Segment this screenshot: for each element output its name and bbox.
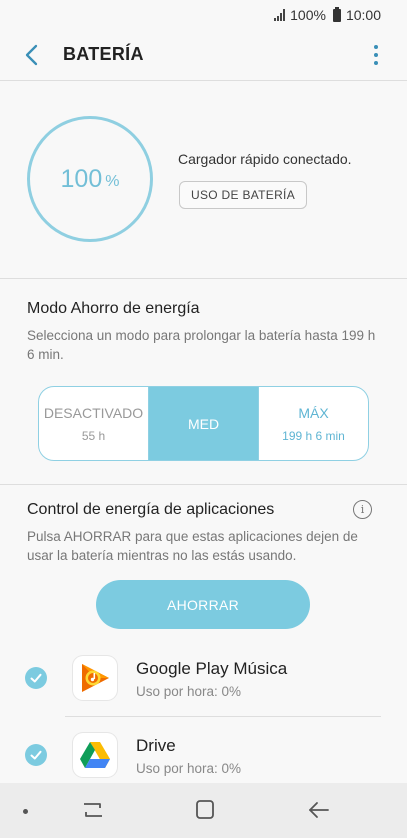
divider: [65, 716, 381, 717]
app-power-description: Pulsa AHORRAR para que estas aplicacione…: [27, 529, 358, 563]
battery-icon: [332, 6, 341, 22]
app-usage: Uso por hora: 0%: [136, 761, 242, 776]
app-name: Google Play Música: [136, 659, 288, 678]
home-icon: [196, 800, 214, 819]
list-item[interactable]: Drive Uso por hora: 0%: [0, 718, 407, 792]
app-power-title: Control de energía de aplicaciones: [27, 501, 275, 518]
list-item[interactable]: Google Play Música Uso por hora: 0%: [0, 641, 407, 715]
google-drive-icon: [73, 733, 117, 777]
mode-option-max[interactable]: MÁX 199 h 6 min: [258, 387, 368, 460]
clock: 10:00: [345, 7, 381, 23]
back-arrow-icon: [25, 44, 38, 66]
mode-option-time: 55 h: [81, 428, 106, 443]
recents-button[interactable]: [80, 799, 106, 821]
mode-option-time: 199 h 6 min: [282, 428, 345, 443]
check-icon: [30, 750, 42, 760]
battery-level-value: 100: [60, 164, 103, 193]
back-button[interactable]: [18, 40, 48, 70]
battery-usage-button[interactable]: USO DE BATERÍA: [179, 181, 307, 209]
battery-level-unit: %: [105, 172, 120, 190]
power-mode-selector: DESACTIVADO 55 h MED MÁX 199 h 6 min: [38, 386, 369, 461]
mode-option-name: MED: [187, 415, 220, 432]
more-options-button[interactable]: [369, 42, 383, 68]
app-checkbox[interactable]: [25, 667, 47, 689]
power-mode-title: Modo Ahorro de energía: [27, 300, 200, 317]
app-name: Drive: [136, 736, 176, 755]
signal-icon: [274, 9, 286, 21]
app-checkbox[interactable]: [25, 744, 47, 766]
back-icon: [309, 802, 329, 818]
google-play-music-icon: [73, 656, 117, 700]
status-indicators: 100% 10:00: [274, 6, 381, 23]
mode-option-name: DESACTIVADO: [43, 404, 144, 421]
recents-icon: [84, 803, 102, 817]
page-title: BATERÍA: [63, 44, 144, 64]
mode-option-off[interactable]: DESACTIVADO 55 h: [39, 387, 148, 460]
charger-status: Cargador rápido conectado.: [178, 151, 352, 167]
more-vert-icon: [374, 45, 378, 49]
home-button[interactable]: [192, 799, 218, 821]
mode-option-name: MÁX: [298, 404, 329, 421]
nav-indicator-dot: [23, 809, 28, 814]
save-power-button[interactable]: AHORRAR: [96, 580, 310, 629]
app-usage: Uso por hora: 0%: [136, 684, 242, 699]
info-icon[interactable]: i: [353, 500, 372, 519]
divider: [0, 484, 407, 485]
battery-level-ring: 100 %: [27, 116, 153, 242]
status-bar: 100% 10:00: [0, 0, 407, 30]
power-mode-description: Selecciona un modo para prolongar la bat…: [27, 328, 376, 362]
app-bar: BATERÍA: [0, 30, 407, 80]
battery-status-section: 100 % Cargador rápido conectado. USO DE …: [0, 81, 407, 278]
divider: [0, 278, 407, 279]
battery-percent: 100%: [290, 7, 326, 23]
navigation-bar: [0, 783, 407, 838]
system-back-button[interactable]: [306, 799, 332, 821]
check-icon: [30, 673, 42, 683]
mode-option-med[interactable]: MED: [148, 387, 258, 460]
